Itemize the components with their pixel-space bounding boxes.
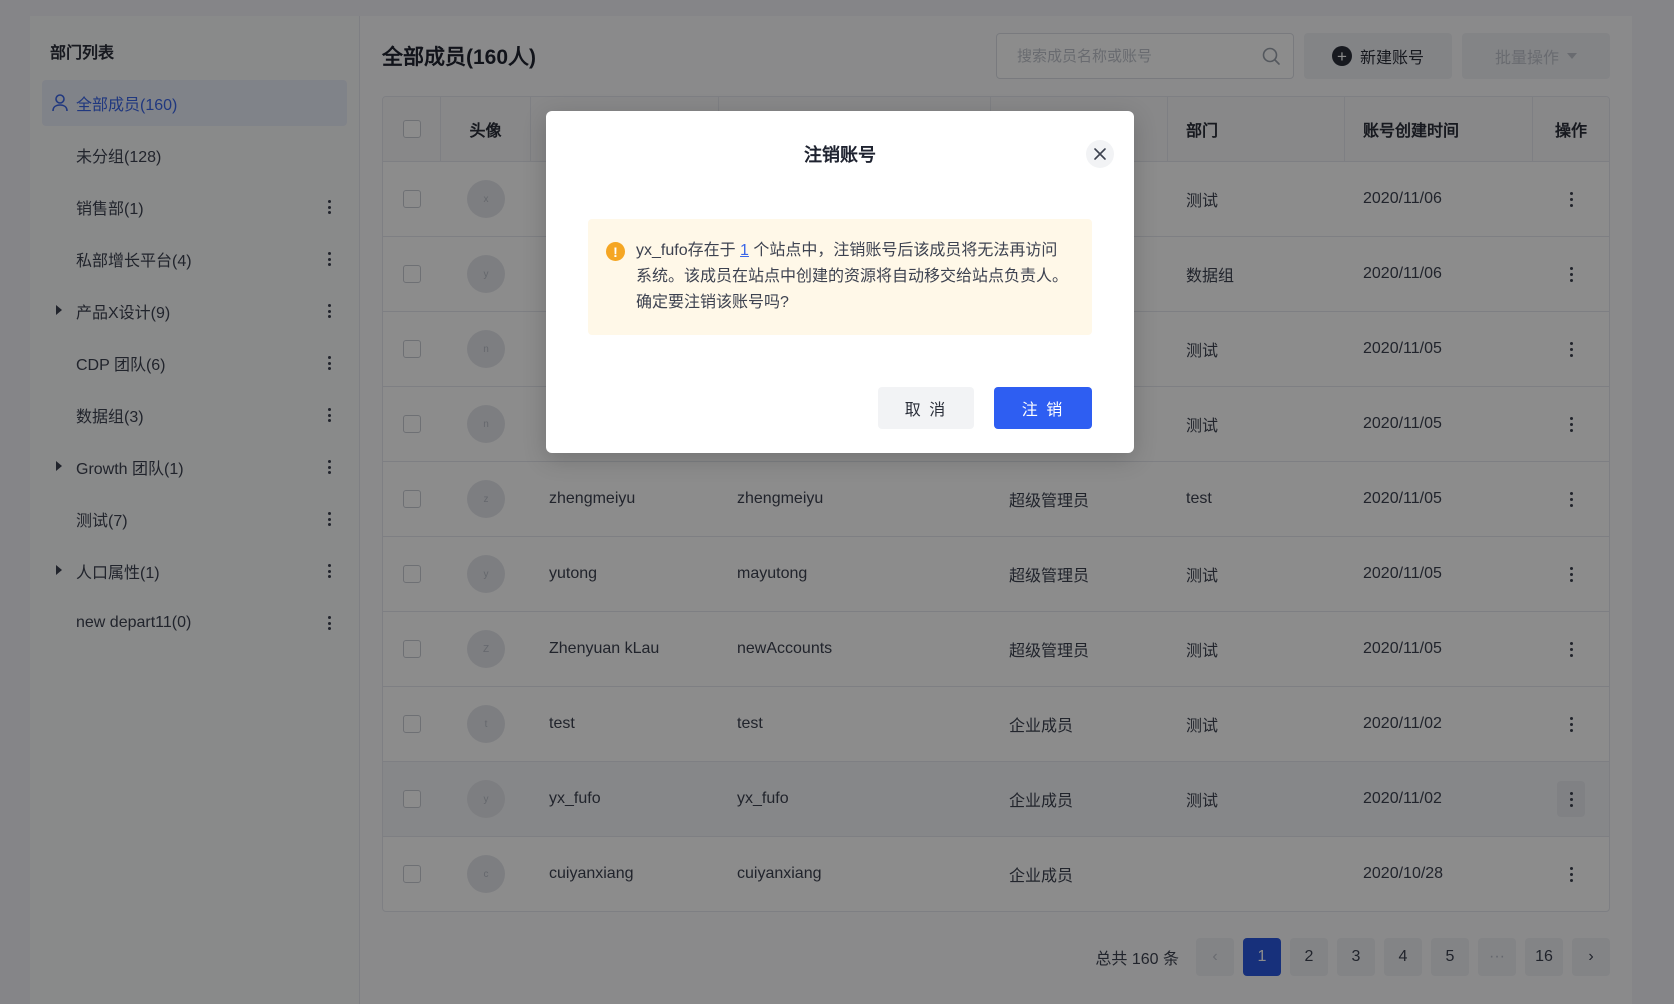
- deactivate-account-dialog: 注销账号 ! yx_fufo存在于 1 个站点中，注销账号后该成员将无法再访问系…: [546, 111, 1134, 453]
- close-button[interactable]: [1086, 140, 1114, 168]
- close-icon: [1094, 148, 1106, 160]
- warning-alert: ! yx_fufo存在于 1 个站点中，注销账号后该成员将无法再访问系统。该成员…: [588, 219, 1092, 335]
- cancel-button[interactable]: 取 消: [878, 387, 974, 429]
- alert-text-before: yx_fufo存在于: [636, 242, 741, 259]
- site-count-link[interactable]: 1: [740, 242, 749, 259]
- dialog-title: 注销账号: [804, 145, 876, 165]
- warning-icon: !: [606, 242, 625, 261]
- confirm-deactivate-button[interactable]: 注 销: [994, 387, 1092, 429]
